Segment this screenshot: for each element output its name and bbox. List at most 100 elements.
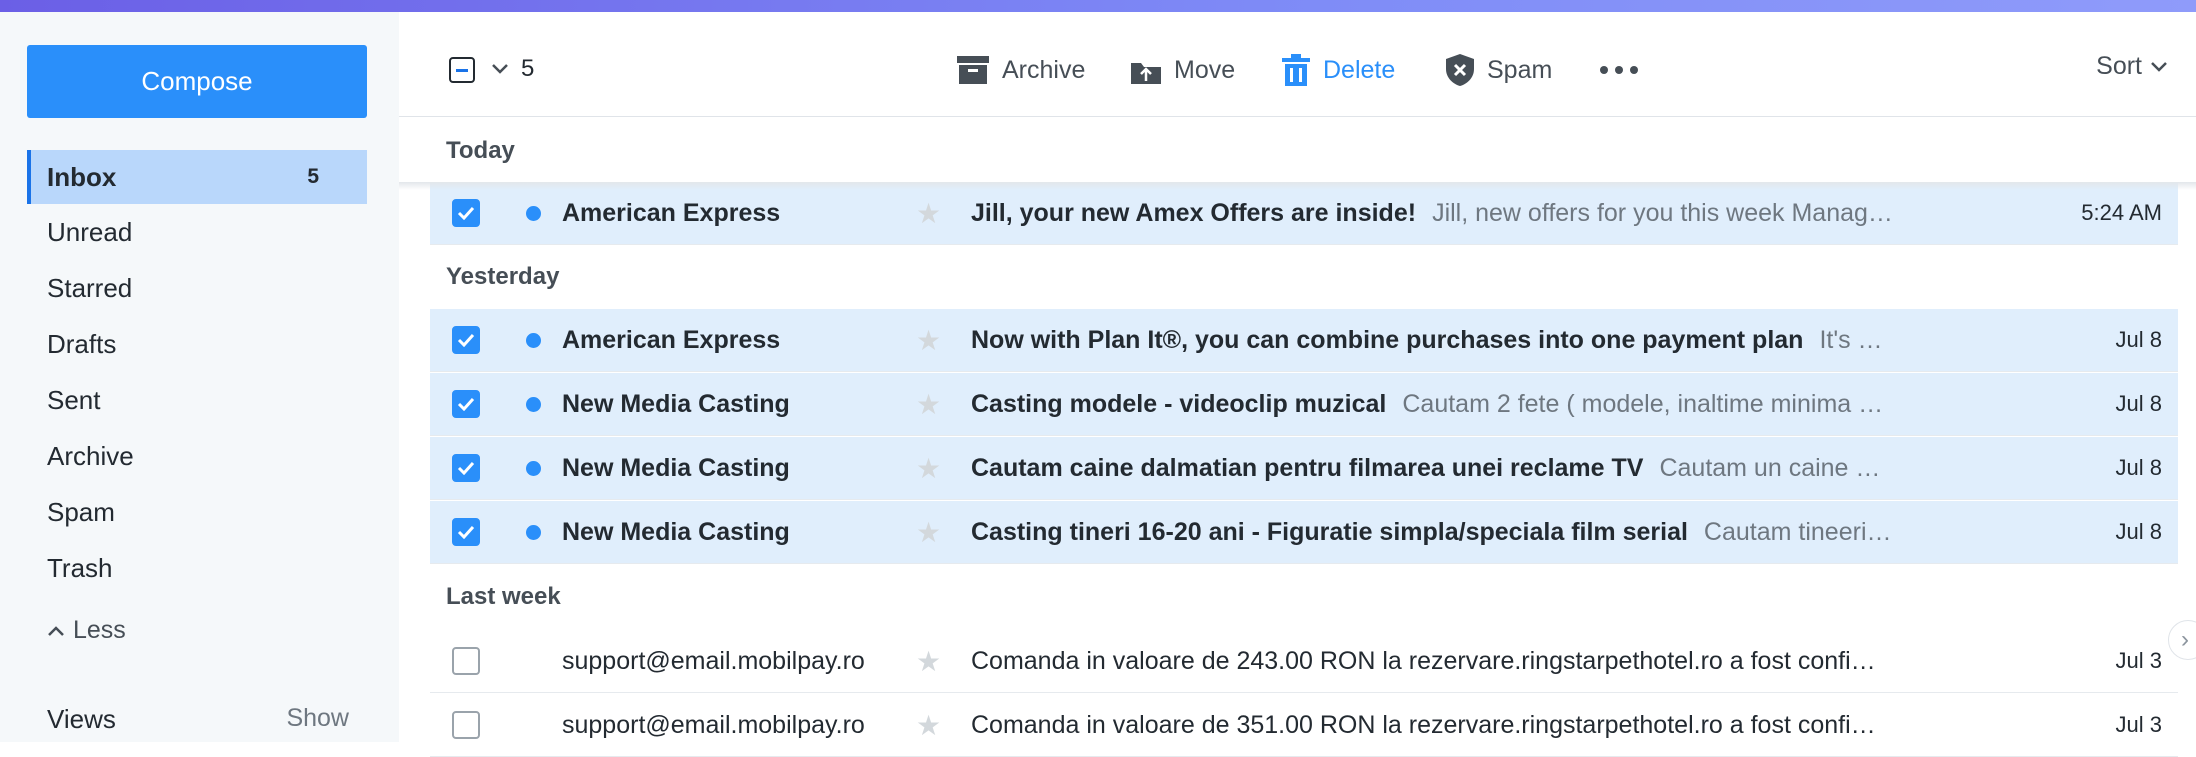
message-date: Jul 3 [2115, 648, 2162, 673]
message-sender: New Media Casting [562, 517, 790, 546]
delete-label: Delete [1323, 55, 1396, 84]
sidebar-item-starred[interactable]: Starred [27, 261, 367, 315]
check-icon [457, 206, 475, 220]
message-checkbox[interactable] [452, 390, 480, 418]
message-row[interactable]: New Media Casting ★ Casting tineri 16-20… [430, 501, 2178, 564]
check-icon [457, 333, 475, 347]
compose-button[interactable]: Compose [27, 45, 367, 118]
group-header-today: Today [446, 137, 515, 164]
message-row[interactable]: New Media Casting ★ Cautam caine dalmati… [430, 437, 2178, 500]
star-icon[interactable]: ★ [916, 388, 941, 421]
star-icon[interactable]: ★ [916, 516, 941, 549]
message-content: Casting tineri 16-20 ani - Figuratie sim… [971, 518, 1976, 547]
message-subject: Casting tineri 16-20 ani - Figuratie sim… [971, 517, 1688, 546]
message-content: Jill, your new Amex Offers are inside! Ji… [971, 199, 1976, 228]
sidebar-item-label: Archive [47, 440, 134, 471]
sidebar-item-archive[interactable]: Archive [27, 429, 367, 483]
star-icon[interactable]: ★ [916, 709, 941, 742]
move-icon [1131, 63, 1161, 84]
more-actions-button[interactable] [1599, 48, 1639, 92]
message-toolbar: 5 Archive Move Delete Spam Sort [399, 12, 2196, 117]
message-content: Now with Plan It®, you can combine purch… [971, 326, 1976, 355]
sort-button[interactable]: Sort [2096, 52, 2168, 81]
message-row[interactable]: American Express ★ Now with Plan It®, yo… [430, 309, 2178, 372]
message-subject: Now with Plan It®, you can combine purch… [971, 325, 1804, 354]
spam-label: Spam [1487, 55, 1553, 84]
select-all-checkbox[interactable] [449, 57, 475, 83]
unread-dot[interactable] [526, 396, 541, 412]
message-content: Comanda in valoare de 243.00 RON la reze… [971, 647, 1976, 676]
unread-count-badge: 5 [307, 165, 319, 188]
sidebar-item-spam[interactable]: Spam [27, 485, 367, 539]
star-icon[interactable]: ★ [916, 452, 941, 485]
message-content: Casting modele - videoclip muzical Cautam… [971, 390, 1976, 419]
sidebar-item-trash[interactable]: Trash [27, 541, 367, 595]
message-snippet: Cautam 2 fete ( modele, inaltime minima … [1402, 389, 1884, 418]
message-snippet: Cautam tineeri… [1703, 517, 1892, 546]
sidebar-item-label: Unread [47, 216, 133, 247]
message-checkbox[interactable] [452, 454, 480, 482]
archive-label: Archive [1002, 55, 1086, 84]
message-date: Jul 8 [2115, 455, 2162, 480]
unread-dot[interactable] [526, 524, 541, 540]
sidebar-item-label: Inbox [47, 161, 117, 192]
less-toggle[interactable]: Less [47, 616, 126, 645]
message-date: Jul 8 [2115, 327, 2162, 352]
message-date: Jul 8 [2115, 391, 2162, 416]
message-checkbox[interactable] [452, 647, 480, 675]
views-heading: Views [47, 704, 116, 734]
sidebar-item-label: Sent [47, 384, 101, 415]
views-show-link[interactable]: Show [286, 704, 349, 733]
message-content: Comanda in valoare de 351.00 RON la reze… [971, 711, 1976, 740]
sidebar-item-inbox[interactable]: Inbox 5 [27, 150, 367, 204]
message-date: 5:24 AM [2081, 200, 2162, 225]
unread-dot[interactable] [526, 332, 541, 348]
sidebar-item-sent[interactable]: Sent [27, 373, 367, 427]
message-checkbox[interactable] [452, 518, 480, 546]
message-checkbox[interactable] [452, 326, 480, 354]
sidebar-item-drafts[interactable]: Drafts [27, 317, 367, 371]
sort-label: Sort [2096, 52, 2142, 80]
message-row[interactable]: support@email.mobilpay.ro ★ Comanda in v… [430, 694, 2178, 757]
check-icon [457, 397, 475, 411]
star-icon[interactable]: ★ [916, 645, 941, 678]
more-icon [1600, 66, 1638, 74]
message-date: Jul 3 [2115, 712, 2162, 737]
message-content: Cautam caine dalmatian pentru filmarea u… [971, 454, 1976, 483]
message-sender: American Express [562, 198, 781, 227]
spam-button[interactable]: Spam [1445, 48, 1552, 92]
top-accent-bar [0, 0, 2196, 12]
message-checkbox[interactable] [452, 711, 480, 739]
shield-x-icon [1446, 54, 1474, 86]
sidebar-item-unread[interactable]: Unread [27, 205, 367, 259]
message-subject: Comanda in valoare de 243.00 RON la reze… [971, 646, 1876, 675]
group-header-last-week: Last week [446, 583, 561, 610]
trash-icon [1282, 54, 1310, 86]
message-date: Jul 8 [2115, 519, 2162, 544]
message-sender: American Express [562, 325, 781, 354]
message-sender: support@email.mobilpay.ro [562, 646, 865, 675]
check-icon [457, 525, 475, 539]
message-sender: New Media Casting [562, 389, 790, 418]
chevron-up-icon [48, 625, 64, 636]
chevron-down-icon[interactable] [491, 57, 509, 83]
sidebar-item-label: Spam [47, 496, 115, 527]
message-subject: Comanda in valoare de 351.00 RON la reze… [971, 710, 1876, 739]
unread-dot[interactable] [526, 205, 541, 221]
message-row[interactable]: American Express ★ Jill, your new Amex O… [430, 182, 2178, 245]
message-subject: Cautam caine dalmatian pentru filmarea u… [971, 453, 1644, 482]
selected-count: 5 [521, 55, 535, 82]
message-row[interactable]: New Media Casting ★ Casting modele - vid… [430, 373, 2178, 436]
message-snippet: Jill, new offers for you this week Manag… [1432, 198, 1893, 227]
sidebar-item-label: Starred [47, 272, 133, 303]
message-checkbox[interactable] [452, 199, 480, 227]
unread-dot[interactable] [526, 460, 541, 476]
sticky-header-shadow [399, 182, 2196, 190]
check-icon [457, 461, 475, 475]
archive-button[interactable]: Archive [956, 48, 1085, 92]
message-row[interactable]: support@email.mobilpay.ro ★ Comanda in v… [430, 630, 2178, 693]
star-icon[interactable]: ★ [916, 324, 941, 357]
star-icon[interactable]: ★ [916, 197, 941, 230]
move-button[interactable]: Move [1130, 48, 1235, 92]
delete-button[interactable]: Delete [1281, 48, 1395, 92]
